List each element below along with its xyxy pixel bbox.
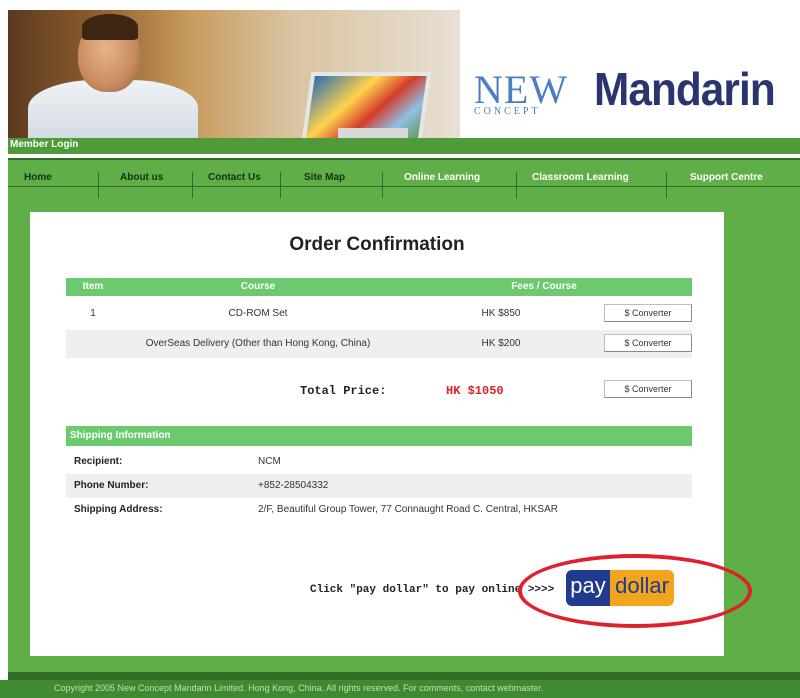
header-banner-photo xyxy=(8,10,460,138)
nav-separator xyxy=(192,172,193,200)
nav-item-contact-us[interactable]: Contact Us xyxy=(208,172,261,183)
shipping-value: +852-28504332 xyxy=(258,480,329,491)
currency-converter-button[interactable]: $ Converter xyxy=(604,304,692,322)
column-header-course: Course xyxy=(240,281,276,292)
nav-separator xyxy=(280,172,281,200)
banner-monitor-stand xyxy=(338,128,408,138)
shipping-label: Recipient: xyxy=(74,456,123,467)
currency-converter-button[interactable]: $ Converter xyxy=(604,334,692,352)
shipping-info-header: Shipping Information xyxy=(66,426,692,446)
footer-strip xyxy=(8,672,800,680)
banner-person-hair xyxy=(82,14,138,40)
order-fee: HK $850 xyxy=(481,308,521,319)
logo-concept-text: CONCEPT xyxy=(474,106,541,117)
nav-item-support-centre[interactable]: Support Centre xyxy=(690,172,763,183)
order-fee: HK $200 xyxy=(481,338,521,349)
page-title: Order Confirmation xyxy=(289,234,465,255)
member-bar: Member Login xyxy=(8,138,800,154)
order-row: 1 CD-ROM Set HK $850 $ Converter xyxy=(66,300,692,328)
nav-item-classroom-learning[interactable]: Classroom Learning xyxy=(532,172,629,183)
shipping-row-phone: Phone Number: +852-28504332 xyxy=(66,474,692,498)
order-course-name: CD-ROM Set xyxy=(228,308,288,319)
nav-separator xyxy=(98,172,99,200)
nav-separator xyxy=(382,172,383,200)
total-price-value: HK $1050 xyxy=(446,384,504,398)
nav-item-online-learning[interactable]: Online Learning xyxy=(404,172,480,183)
order-panel: Order Confirmation Item Course Fees / Co… xyxy=(30,212,752,656)
total-price-label: Total Price: xyxy=(300,384,387,398)
main-nav: Home About us Contact Us Site Map Online… xyxy=(8,158,800,200)
nav-divider-line xyxy=(8,186,800,187)
main-content-area: Order Confirmation Item Course Fees / Co… xyxy=(8,198,800,672)
logo-mandarin-text: Mandarin xyxy=(594,63,776,115)
site-footer: Copyright 2005 New Concept Mandarin Limi… xyxy=(0,680,800,698)
highlight-circle xyxy=(518,554,752,628)
copyright-text: Copyright 2005 New Concept Mandarin Limi… xyxy=(54,683,544,693)
nav-item-about-us[interactable]: About us xyxy=(120,172,163,183)
order-table-header: Item Course Fees / Course xyxy=(66,278,692,296)
shipping-label: Shipping Address: xyxy=(74,504,163,515)
nav-item-site-map[interactable]: Site Map xyxy=(304,172,345,183)
shipping-row-address: Shipping Address: 2/F, Beautiful Group T… xyxy=(66,498,692,522)
column-header-item: Item xyxy=(82,281,104,292)
nav-separator xyxy=(666,172,667,200)
total-converter-button[interactable]: $ Converter xyxy=(604,380,692,398)
order-course-name: OverSeas Delivery (Other than Hong Kong,… xyxy=(145,338,371,349)
site-header: NEW CONCEPT Mandarin xyxy=(0,0,800,138)
shipping-row-recipient: Recipient: NCM xyxy=(66,450,692,474)
shipping-label: Phone Number: xyxy=(74,480,149,491)
nav-item-home[interactable]: Home xyxy=(24,172,52,183)
column-header-fees: Fees / Course xyxy=(511,281,577,292)
shipping-value: 2/F, Beautiful Group Tower, 77 Connaught… xyxy=(258,504,558,515)
shipping-value: NCM xyxy=(258,456,281,467)
shipping-info-title: Shipping Information xyxy=(70,430,171,441)
site-logo[interactable]: NEW CONCEPT Mandarin xyxy=(470,62,800,120)
order-item-number: 1 xyxy=(90,308,96,319)
member-login-link[interactable]: Member Login xyxy=(10,139,78,150)
order-row: OverSeas Delivery (Other than Hong Kong,… xyxy=(66,330,692,358)
nav-separator xyxy=(516,172,517,200)
